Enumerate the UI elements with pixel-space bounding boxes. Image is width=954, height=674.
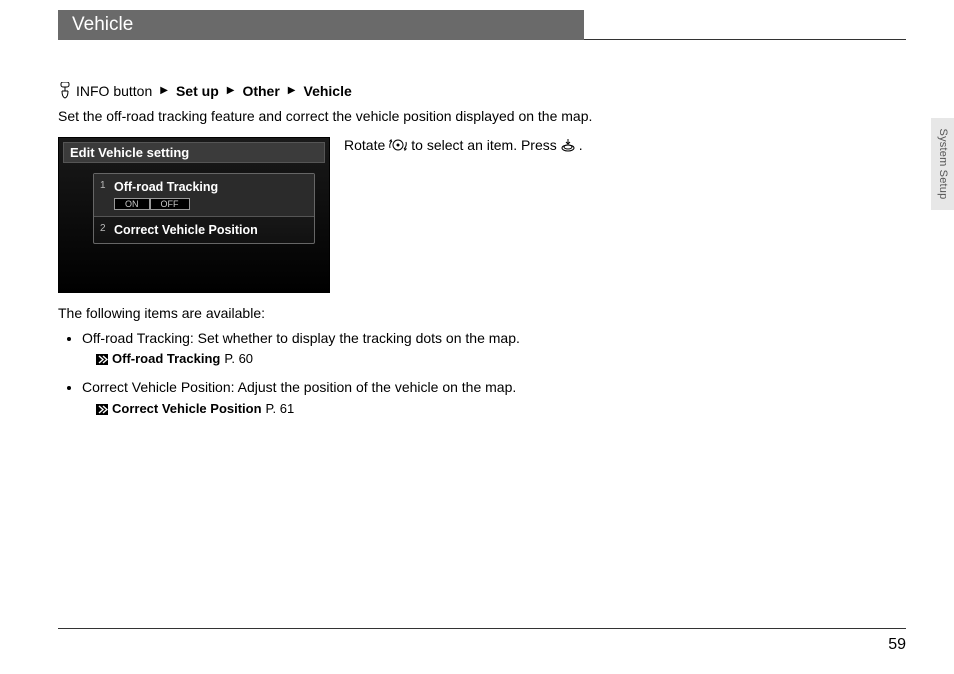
menu-row-correct: 2 Correct Vehicle Position <box>94 217 314 243</box>
reference-line: Off-road Tracking P. 60 <box>96 350 598 368</box>
ref-page: P. 61 <box>266 400 295 418</box>
menu-row-offroad: 1 Off-road Tracking ON OFF <box>94 174 314 217</box>
breadcrumb: INFO button ▶ Set up ▶ Other ▶ Vehicle <box>58 82 598 99</box>
menu-num: 1 <box>100 180 106 191</box>
breadcrumb-info: INFO button <box>76 83 152 99</box>
link-icon <box>96 404 108 415</box>
off-label: OFF <box>150 198 190 210</box>
page-number: 59 <box>888 636 906 654</box>
page-title-text: Vehicle <box>72 14 133 36</box>
screenshot-menu: 1 Off-road Tracking ON OFF 2 Correct Veh… <box>93 173 315 244</box>
menu-num: 2 <box>100 223 106 234</box>
triangle-icon: ▶ <box>288 85 296 96</box>
ref-page: P. 60 <box>224 350 253 368</box>
ref-label: Correct Vehicle Position <box>112 400 262 418</box>
page-title: Vehicle <box>58 10 584 40</box>
section-tab: System Setup <box>931 118 954 210</box>
rotate-instruction: Rotate to select an item. Press <box>344 137 583 153</box>
items-list: Off-road Tracking: Set whether to displa… <box>58 329 598 419</box>
info-icon <box>58 82 72 99</box>
rotate-text-b: to select an item. Press <box>411 137 557 153</box>
description-text: Set the off-road tracking feature and co… <box>58 107 598 127</box>
list-item: Off-road Tracking: Set whether to displa… <box>82 329 598 369</box>
menu-label: Off-road Tracking <box>114 180 218 194</box>
item-desc: : Set whether to display the tracking do… <box>190 330 520 346</box>
link-icon <box>96 354 108 365</box>
on-label: ON <box>114 198 150 210</box>
on-off-toggle: ON OFF <box>114 198 308 210</box>
item-desc: : Adjust the position of the vehicle on … <box>231 379 517 395</box>
reference-line: Correct Vehicle Position P. 61 <box>96 400 598 418</box>
top-rule <box>584 39 906 40</box>
item-name: Off-road Tracking <box>82 330 190 346</box>
rotate-text-a: Rotate <box>344 137 385 153</box>
available-intro: The following items are available: <box>58 305 598 321</box>
section-tab-text: System Setup <box>937 129 949 200</box>
bottom-rule <box>58 628 906 629</box>
device-screenshot: Edit Vehicle setting 1 Off-road Tracking… <box>58 137 330 293</box>
ref-label: Off-road Tracking <box>112 350 220 368</box>
triangle-icon: ▶ <box>160 85 168 96</box>
breadcrumb-vehicle: Vehicle <box>304 83 352 99</box>
rotate-text-c: . <box>579 137 583 153</box>
triangle-icon: ▶ <box>227 85 235 96</box>
screenshot-header: Edit Vehicle setting <box>63 142 325 163</box>
breadcrumb-setup: Set up <box>176 83 219 99</box>
rotary-icon <box>389 138 407 152</box>
breadcrumb-other: Other <box>242 83 279 99</box>
list-item: Correct Vehicle Position: Adjust the pos… <box>82 378 598 418</box>
press-icon <box>561 138 575 152</box>
item-name: Correct Vehicle Position <box>82 379 231 395</box>
menu-label: Correct Vehicle Position <box>114 223 258 237</box>
